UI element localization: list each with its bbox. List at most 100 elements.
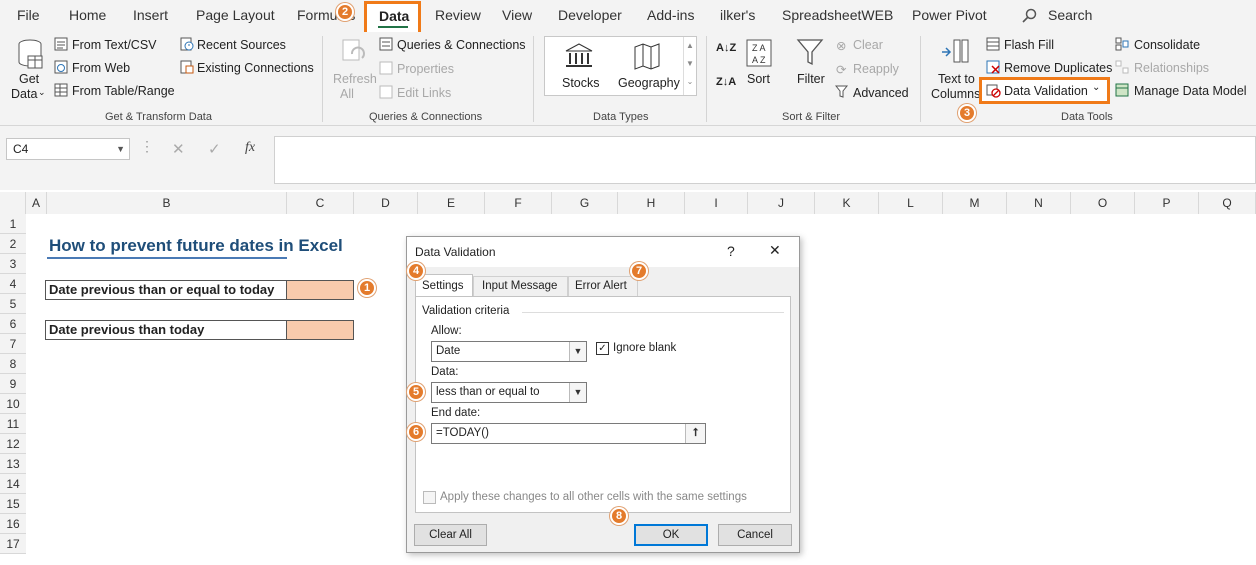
apply-all-checkbox[interactable] <box>423 491 436 504</box>
collapse-dialog-icon[interactable]: ⭡ <box>685 424 705 443</box>
row-header-17[interactable]: 17 <box>0 534 26 554</box>
column-header-q[interactable]: Q <box>1199 192 1256 214</box>
insert-function-icon[interactable]: fx <box>245 140 255 156</box>
get-data-label2[interactable]: Data <box>11 87 37 101</box>
row-header-15[interactable]: 15 <box>0 494 26 514</box>
end-date-input[interactable]: =TODAY() ⭡ <box>431 423 706 444</box>
from-text-csv-button[interactable]: From Text/CSV <box>72 38 157 52</box>
tab-add-ins[interactable]: Add-ins <box>647 7 694 23</box>
row-header-10[interactable]: 10 <box>0 394 26 414</box>
clear-button[interactable]: Clear <box>853 38 883 52</box>
column-header-j[interactable]: J <box>748 192 815 214</box>
properties-button[interactable]: Properties <box>397 62 454 76</box>
from-web-button[interactable]: From Web <box>72 61 130 75</box>
queries-connections-button[interactable]: Queries & Connections <box>397 38 526 52</box>
row-header-5[interactable]: 5 <box>0 294 26 314</box>
row-header-6[interactable]: 6 <box>0 314 26 334</box>
search-label[interactable]: Search <box>1048 7 1092 23</box>
filter-button[interactable]: Filter <box>797 72 825 86</box>
reapply-button[interactable]: Reapply <box>853 62 899 76</box>
geography-button[interactable]: Geography <box>618 76 680 90</box>
row-header-2[interactable]: 2 <box>0 234 26 254</box>
manage-data-model-button[interactable]: Manage Data Model <box>1134 84 1247 98</box>
column-header-g[interactable]: G <box>552 192 618 214</box>
sort-az-icon[interactable]: A↓Z <box>716 42 736 54</box>
select-all-corner[interactable] <box>0 192 26 214</box>
data-operator-select[interactable]: less than or equal to ▼ <box>431 382 587 403</box>
relationships-button[interactable]: Relationships <box>1134 61 1209 75</box>
chevron-down-icon[interactable]: ▼ <box>569 383 586 402</box>
row-header-11[interactable]: 11 <box>0 414 26 434</box>
tab-developer[interactable]: Developer <box>558 7 622 23</box>
name-box[interactable]: C4 ▼ <box>6 138 130 160</box>
tab-power-pivot[interactable]: Power Pivot <box>912 7 987 23</box>
chevron-down-icon[interactable]: ⌄ <box>1092 82 1100 93</box>
tab-insert[interactable]: Insert <box>133 7 168 23</box>
data-validation-button[interactable]: Data Validation <box>1004 84 1088 98</box>
search-icon[interactable] <box>1022 8 1038 24</box>
ok-button[interactable]: OK <box>634 524 708 546</box>
get-data-label1[interactable]: Get <box>19 72 39 86</box>
chevron-down-icon[interactable]: ⌄ <box>38 87 46 98</box>
cancel-icon[interactable]: ✕ <box>172 140 185 158</box>
row-header-3[interactable]: 3 <box>0 254 26 274</box>
column-header-c[interactable]: C <box>287 192 354 214</box>
advanced-button[interactable]: Advanced <box>853 86 909 100</box>
row-header-14[interactable]: 14 <box>0 474 26 494</box>
tab-review[interactable]: Review <box>435 7 481 23</box>
formula-input[interactable] <box>274 136 1256 184</box>
column-header-l[interactable]: L <box>879 192 943 214</box>
row-header-8[interactable]: 8 <box>0 354 26 374</box>
edit-links-button[interactable]: Edit Links <box>397 86 451 100</box>
row-header-13[interactable]: 13 <box>0 454 26 474</box>
row-header-4[interactable]: 4 <box>0 274 26 294</box>
ignore-blank-checkbox[interactable]: ✓ <box>596 342 609 355</box>
flash-fill-button[interactable]: Flash Fill <box>1004 38 1054 52</box>
allow-select[interactable]: Date ▼ <box>431 341 587 362</box>
column-header-e[interactable]: E <box>418 192 485 214</box>
tab-page-layout[interactable]: Page Layout <box>196 7 275 23</box>
row-header-9[interactable]: 9 <box>0 374 26 394</box>
column-header-b[interactable]: B <box>47 192 287 214</box>
column-header-f[interactable]: F <box>485 192 552 214</box>
tab-view[interactable]: View <box>502 7 532 23</box>
chevron-down-icon[interactable]: ▼ <box>116 139 125 159</box>
input-cell-c4[interactable] <box>287 280 354 300</box>
refresh-all-label1[interactable]: Refresh <box>333 72 377 86</box>
column-header-k[interactable]: K <box>815 192 879 214</box>
row-header-7[interactable]: 7 <box>0 334 26 354</box>
clear-all-button[interactable]: Clear All <box>414 524 487 546</box>
stocks-button[interactable]: Stocks <box>562 76 600 90</box>
consolidate-button[interactable]: Consolidate <box>1134 38 1200 52</box>
column-header-a[interactable]: A <box>26 192 47 214</box>
row-header-16[interactable]: 16 <box>0 514 26 534</box>
text-to-columns-label1[interactable]: Text to <box>938 72 975 86</box>
label-cell-b6[interactable]: Date previous than today <box>45 320 287 340</box>
column-header-n[interactable]: N <box>1007 192 1071 214</box>
input-cell-c6[interactable] <box>287 320 354 340</box>
column-header-h[interactable]: H <box>618 192 685 214</box>
tab-data[interactable]: Data <box>379 8 409 24</box>
from-table-range-button[interactable]: From Table/Range <box>72 84 175 98</box>
tab-ilkers[interactable]: ilker's <box>720 7 755 23</box>
tab-home[interactable]: Home <box>69 7 106 23</box>
refresh-all-label2[interactable]: All <box>340 87 354 101</box>
column-header-p[interactable]: P <box>1135 192 1199 214</box>
chevron-down-icon[interactable]: ▼ <box>569 342 586 361</box>
column-header-i[interactable]: I <box>685 192 748 214</box>
label-cell-b4[interactable]: Date previous than or equal to today <box>45 280 287 300</box>
sort-za-icon[interactable]: Z↓A <box>716 76 736 88</box>
existing-connections-button[interactable]: Existing Connections <box>197 61 314 75</box>
help-icon[interactable]: ? <box>727 243 735 259</box>
gallery-scroll[interactable]: ▲ ▼ ⌄ <box>683 37 696 95</box>
tab-file[interactable]: File <box>17 7 40 23</box>
recent-sources-button[interactable]: Recent Sources <box>197 38 286 52</box>
text-to-columns-label2[interactable]: Columns <box>931 87 980 101</box>
column-header-m[interactable]: M <box>943 192 1007 214</box>
enter-icon[interactable]: ✓ <box>208 140 221 158</box>
column-header-o[interactable]: O <box>1071 192 1135 214</box>
remove-duplicates-button[interactable]: Remove Duplicates <box>1004 61 1112 75</box>
cancel-button[interactable]: Cancel <box>718 524 792 546</box>
column-header-d[interactable]: D <box>354 192 418 214</box>
tab-spreadsheetweb[interactable]: SpreadsheetWEB <box>782 7 893 23</box>
